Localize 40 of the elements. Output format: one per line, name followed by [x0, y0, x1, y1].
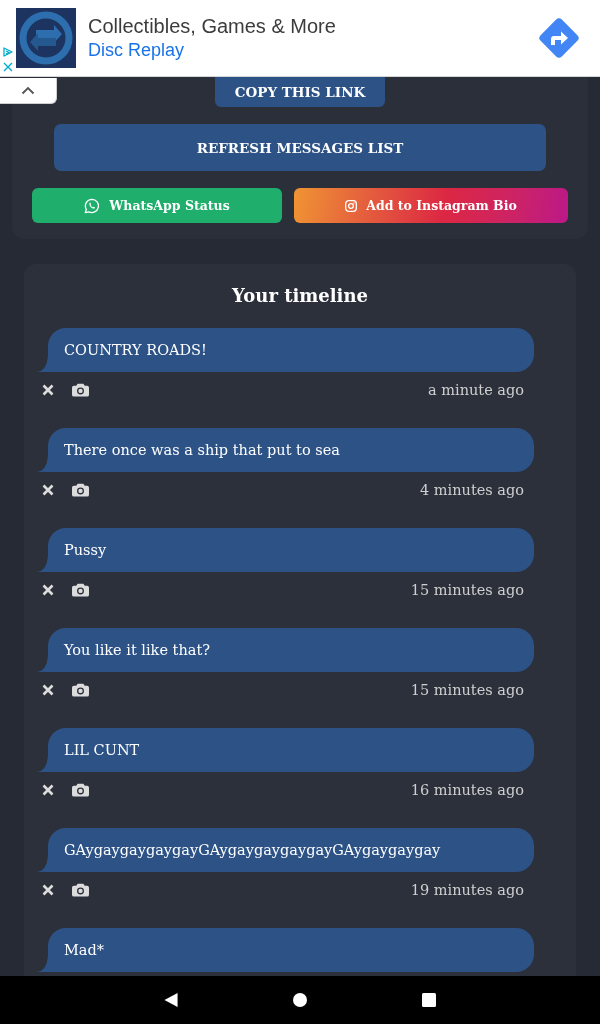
message-bubble: You like it like that?: [38, 628, 534, 672]
ad-banner[interactable]: Collectibles, Games & More Disc Replay: [0, 0, 600, 77]
message-bubble: LIL CUNT: [38, 728, 534, 772]
phone-chat-icon: [84, 197, 101, 214]
cross-icon[interactable]: [42, 784, 54, 796]
cross-icon[interactable]: [42, 384, 54, 396]
message-time: 16 minutes ago: [410, 782, 524, 798]
message-time: 4 minutes ago: [420, 482, 524, 498]
message-time: 15 minutes ago: [410, 582, 524, 598]
message-bubble: There once was a ship that put to sea: [38, 428, 534, 472]
message-time: 19 minutes ago: [410, 882, 524, 898]
message-bubble: GAygaygaygaygayGAygaygaygaygayGAygaygaygay: [38, 828, 534, 872]
instagram-bio-button[interactable]: Add to Instagram Bio: [294, 188, 568, 223]
refresh-button[interactable]: REFRESH MESSAGES LIST: [54, 124, 546, 171]
message-time: a minute ago: [428, 382, 524, 398]
message-time: 15 minutes ago: [410, 682, 524, 698]
camera-icon[interactable]: [72, 483, 89, 497]
camera-icon[interactable]: [72, 583, 89, 597]
camera-icon[interactable]: [72, 683, 89, 697]
ad-headline: Collectibles, Games & More: [88, 14, 336, 38]
cross-icon[interactable]: [42, 484, 54, 496]
camera-outline-icon: [345, 199, 358, 212]
timeline-title: Your timeline: [230, 284, 369, 308]
message-bubble: Pussy: [38, 528, 534, 572]
copy-link-button[interactable]: COPY THIS LINK: [215, 77, 385, 107]
home-icon[interactable]: [293, 993, 307, 1007]
message-bubble: Mad*: [38, 928, 534, 972]
camera-icon[interactable]: [72, 783, 89, 797]
back-icon[interactable]: [164, 993, 178, 1007]
camera-icon[interactable]: [72, 383, 89, 397]
cross-icon[interactable]: [42, 684, 54, 696]
close-icon[interactable]: [3, 62, 13, 72]
adchoices-icon[interactable]: [3, 47, 13, 57]
cross-icon[interactable]: [42, 884, 54, 896]
collapse-ad-button[interactable]: [0, 78, 57, 104]
camera-icon[interactable]: [72, 883, 89, 897]
message-bubble: COUNTRY ROADS!: [38, 328, 534, 372]
cross-icon[interactable]: [42, 584, 54, 596]
caret-icon: [21, 86, 35, 95]
ad-advertiser: Disc Replay: [88, 39, 185, 62]
